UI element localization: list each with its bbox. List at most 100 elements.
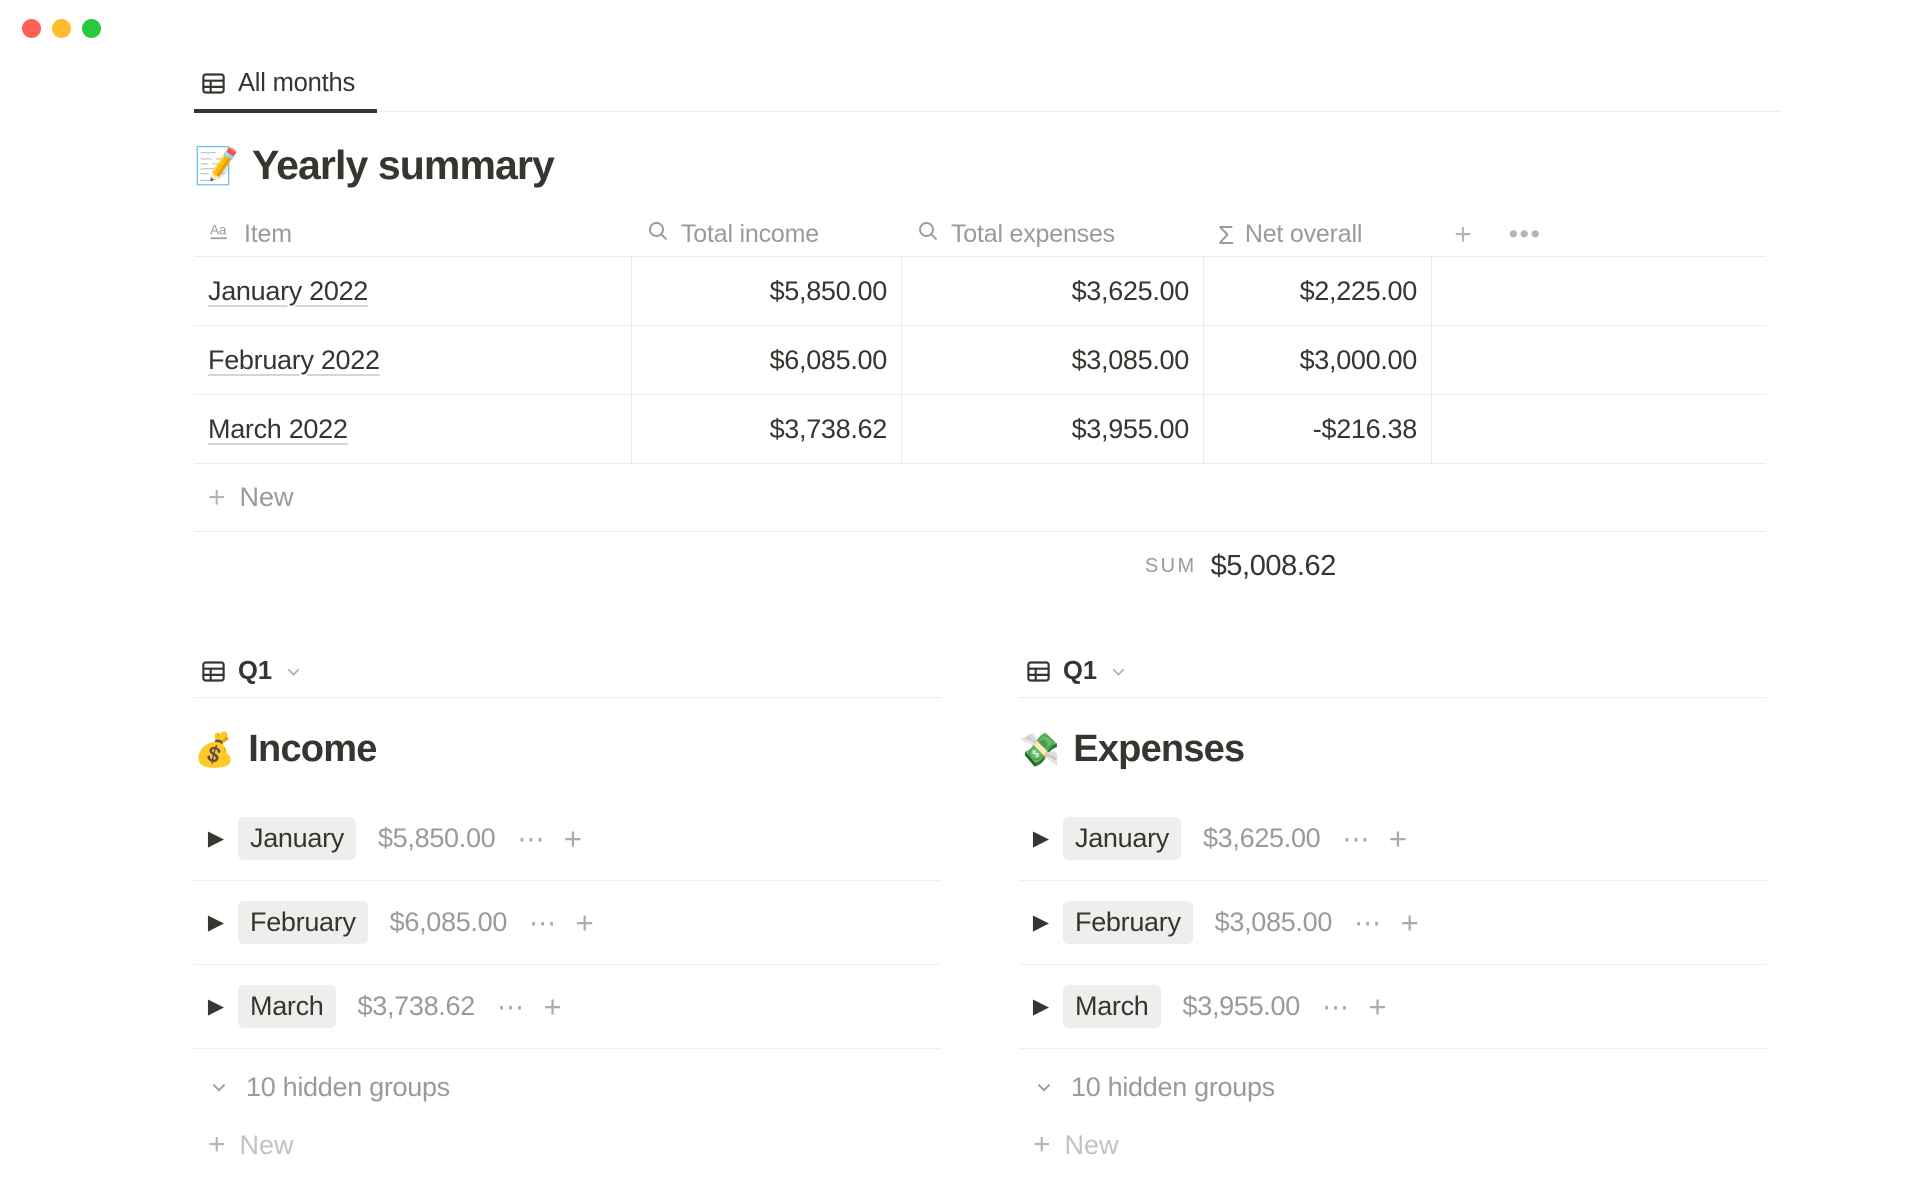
expand-triangle-icon[interactable]: ▶ <box>1019 994 1063 1019</box>
plus-icon: + <box>1033 1130 1051 1160</box>
column-header-total-income-label: Total income <box>681 220 819 249</box>
cell-total-income[interactable]: $5,850.00 <box>632 257 902 325</box>
cell-total-expenses[interactable]: $3,955.00 <box>902 395 1204 463</box>
expenses-new-label: New <box>1065 1130 1119 1161</box>
plus-icon: + <box>208 483 226 513</box>
expenses-column: Q1 💸 Expenses ▶ January $3,625.00 ⋯ + <box>1019 650 1766 1165</box>
group-options-button[interactable]: ⋯ <box>1354 915 1383 931</box>
income-hidden-groups-toggle[interactable]: 10 hidden groups <box>194 1049 941 1125</box>
column-header-total-expenses[interactable]: Total expenses <box>902 213 1204 256</box>
chevron-down-icon[interactable] <box>283 661 304 682</box>
column-header-net-overall[interactable]: Σ Net overall <box>1204 213 1432 256</box>
income-new-button[interactable]: + New <box>194 1125 941 1165</box>
column-header-item-label: Item <box>244 220 292 249</box>
new-row-button[interactable]: + New <box>194 464 1766 532</box>
table-icon <box>200 70 227 97</box>
table-footer-aggregate[interactable]: SUM $5,008.62 <box>194 532 1766 600</box>
group-amount: $5,850.00 <box>378 823 495 854</box>
cell-item[interactable]: February 2022 <box>194 326 632 394</box>
group-add-button[interactable]: + <box>1389 823 1407 854</box>
group-name-badge[interactable]: February <box>1063 901 1193 944</box>
group-options-button[interactable]: ⋯ <box>517 831 546 847</box>
group-row[interactable]: ▶ January $3,625.00 ⋯ + <box>1019 797 1766 881</box>
cell-total-income[interactable]: $3,738.62 <box>632 395 902 463</box>
group-name-badge[interactable]: March <box>238 985 336 1028</box>
money-bag-icon: 💰 <box>194 733 234 766</box>
group-row[interactable]: ▶ February $3,085.00 ⋯ + <box>1019 881 1766 965</box>
cell-item[interactable]: March 2022 <box>194 395 632 463</box>
group-add-button[interactable]: + <box>576 907 594 938</box>
group-name-badge[interactable]: January <box>238 817 356 860</box>
table-icon <box>1025 658 1052 685</box>
group-name-badge[interactable]: March <box>1063 985 1161 1028</box>
aggregate-label: SUM <box>1145 555 1197 578</box>
group-amount: $3,738.62 <box>358 991 475 1022</box>
expenses-hidden-groups-toggle[interactable]: 10 hidden groups <box>1019 1049 1766 1125</box>
expand-triangle-icon[interactable]: ▶ <box>1019 826 1063 851</box>
cell-total-expenses[interactable]: $3,085.00 <box>902 326 1204 394</box>
column-header-item[interactable]: Aa Item <box>194 213 632 256</box>
group-amount: $6,085.00 <box>390 907 507 938</box>
expenses-new-button[interactable]: + New <box>1019 1125 1766 1165</box>
group-amount: $3,625.00 <box>1203 823 1320 854</box>
cell-net-overall[interactable]: $2,225.00 <box>1204 257 1432 325</box>
page-content: All months 📝 Yearly summary Aa Item <box>0 56 1920 1200</box>
board-columns: Q1 💰 Income ▶ January $5,850.00 ⋯ + <box>194 650 1780 1165</box>
tab-income-q1[interactable]: Q1 <box>194 657 314 697</box>
tab-all-months[interactable]: All months <box>194 69 377 111</box>
group-add-button[interactable]: + <box>1368 991 1386 1022</box>
group-options-button[interactable]: ⋯ <box>1342 831 1371 847</box>
cell-net-overall[interactable]: $3,000.00 <box>1204 326 1432 394</box>
table-row[interactable]: March 2022 $3,738.62 $3,955.00 -$216.38 <box>194 395 1766 464</box>
maximize-button[interactable] <box>82 19 101 38</box>
group-row[interactable]: ▶ January $5,850.00 ⋯ + <box>194 797 941 881</box>
expand-triangle-icon[interactable]: ▶ <box>194 994 238 1019</box>
cell-total-expenses[interactable]: $3,625.00 <box>902 257 1204 325</box>
notepad-icon: 📝 <box>194 148 238 184</box>
page-title: 📝 Yearly summary <box>194 142 1780 189</box>
cell-item[interactable]: January 2022 <box>194 257 632 325</box>
group-options-button[interactable]: ⋯ <box>529 915 558 931</box>
close-button[interactable] <box>22 19 41 38</box>
group-options-button[interactable]: ⋯ <box>1322 999 1351 1015</box>
group-add-button[interactable]: + <box>543 991 561 1022</box>
minimize-button[interactable] <box>52 19 71 38</box>
cell-empty <box>1432 326 1766 394</box>
yearly-summary-table: Aa Item Total income <box>194 213 1766 600</box>
row-link[interactable]: February 2022 <box>208 345 380 376</box>
income-hidden-groups-label: 10 hidden groups <box>246 1072 450 1103</box>
page-title-text: Yearly summary <box>252 142 554 189</box>
add-column-button[interactable]: + <box>1432 218 1494 252</box>
cell-total-income[interactable]: $6,085.00 <box>632 326 902 394</box>
cell-net-overall[interactable]: -$216.38 <box>1204 395 1432 463</box>
new-row-label: New <box>240 482 294 513</box>
group-name-badge[interactable]: February <box>238 901 368 944</box>
group-name-badge[interactable]: January <box>1063 817 1181 860</box>
rollup-icon <box>916 219 940 250</box>
chevron-down-icon[interactable] <box>1108 661 1129 682</box>
plus-icon: + <box>208 1130 226 1160</box>
aggregate-value: $5,008.62 <box>1211 550 1336 583</box>
group-row[interactable]: ▶ March $3,955.00 ⋯ + <box>1019 965 1766 1049</box>
table-options-button[interactable]: ••• <box>1494 219 1556 250</box>
money-with-wings-icon: 💸 <box>1019 733 1059 766</box>
tab-expenses-q1[interactable]: Q1 <box>1019 657 1139 697</box>
group-add-button[interactable]: + <box>1401 907 1419 938</box>
column-header-total-income[interactable]: Total income <box>632 213 902 256</box>
expand-triangle-icon[interactable]: ▶ <box>1019 910 1063 935</box>
rollup-icon <box>646 219 670 250</box>
database-view-tabs: All months <box>194 56 1780 112</box>
table-row[interactable]: January 2022 $5,850.00 $3,625.00 $2,225.… <box>194 257 1766 326</box>
group-options-button[interactable]: ⋯ <box>497 999 526 1015</box>
income-new-label: New <box>240 1130 294 1161</box>
expand-triangle-icon[interactable]: ▶ <box>194 826 238 851</box>
group-add-button[interactable]: + <box>564 823 582 854</box>
table-row[interactable]: February 2022 $6,085.00 $3,085.00 $3,000… <box>194 326 1766 395</box>
group-row[interactable]: ▶ February $6,085.00 ⋯ + <box>194 881 941 965</box>
expand-triangle-icon[interactable]: ▶ <box>194 910 238 935</box>
group-row[interactable]: ▶ March $3,738.62 ⋯ + <box>194 965 941 1049</box>
expenses-hidden-groups-label: 10 hidden groups <box>1071 1072 1275 1103</box>
row-link[interactable]: January 2022 <box>208 276 368 307</box>
column-header-total-expenses-label: Total expenses <box>951 220 1115 249</box>
row-link[interactable]: March 2022 <box>208 414 348 445</box>
